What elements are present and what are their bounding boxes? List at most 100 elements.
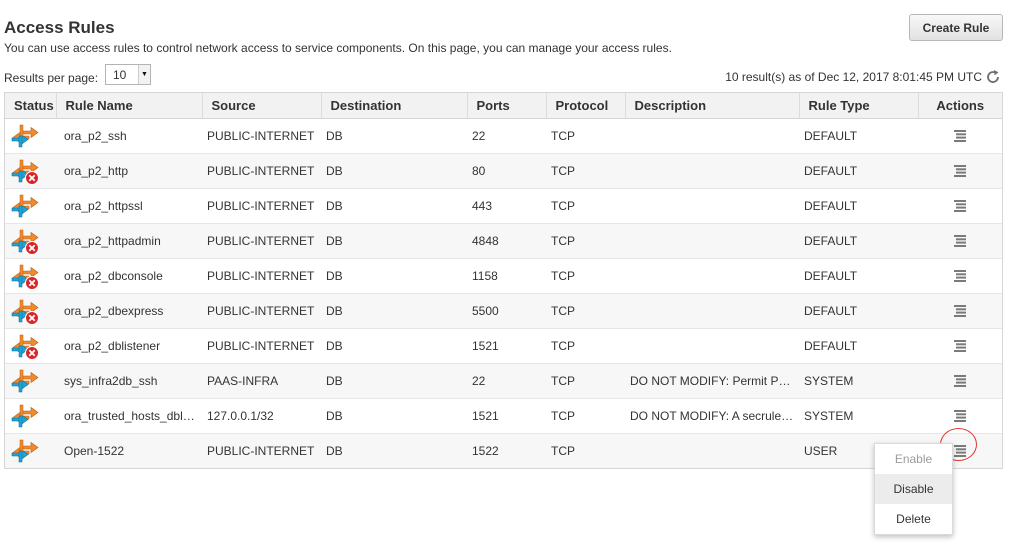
status-cell: [5, 118, 56, 154]
rule-arrows-disabled-icon: [11, 159, 39, 185]
ports-cell: 5500: [467, 293, 546, 329]
column-header-status[interactable]: Status: [5, 93, 57, 119]
destination-cell: DB: [321, 433, 467, 468]
ports-cell: 1522: [467, 433, 546, 468]
page-title: Access Rules: [4, 18, 115, 37]
actions-cell[interactable]: [918, 223, 1002, 259]
table-row[interactable]: ora_p2_http PUBLIC-INTERNET DB 80 TCP DEFAULT: [5, 153, 1002, 189]
actions-menu-icon[interactable]: [953, 164, 967, 178]
destination-cell: DB: [321, 398, 467, 434]
table-row[interactable]: ora_p2_dblistener PUBLIC-INTERNET DB 1521 TC…: [5, 328, 1002, 364]
rule-name-cell: Open-1522: [56, 433, 202, 468]
table-row[interactable]: sys_infra2db_ssh PAAS-INFRA DB 22 TCP DO NOT …: [5, 363, 1002, 399]
results-per-page-label: Results per page:: [4, 71, 99, 85]
table-row[interactable]: ora_p2_httpadmin PUBLIC-INTERNET DB 4848 TCP…: [5, 223, 1002, 259]
rule-type-cell: DEFAULT: [799, 223, 918, 259]
table-row[interactable]: ora_p2_ssh PUBLIC-INTERNET DB 22 TCP DEFAULT: [5, 118, 1002, 154]
source-cell: PUBLIC-INTERNET: [202, 118, 321, 154]
rule-arrows-icon: [11, 124, 39, 148]
actions-menu-icon[interactable]: [953, 234, 967, 248]
rule-arrows-icon: [11, 439, 39, 463]
results-per-page-value: 10: [113, 68, 127, 82]
destination-cell: DB: [321, 363, 467, 399]
column-header-destination[interactable]: Destination: [321, 93, 468, 119]
rule-name-cell: ora_p2_httpadmin: [56, 223, 202, 259]
table-row[interactable]: ora_p2_httpssl PUBLIC-INTERNET DB 443 TCP DEF…: [5, 188, 1002, 224]
rule-type-cell: DEFAULT: [799, 293, 918, 329]
table-row[interactable]: Open-1522 PUBLIC-INTERNET DB 1522 TCP USER: [5, 433, 1002, 468]
actions-cell[interactable]: [918, 118, 1002, 154]
rule-arrows-disabled-icon: [11, 299, 39, 325]
page-description: You can use access rules to control netw…: [4, 41, 672, 55]
ports-cell: 1521: [467, 328, 546, 364]
actions-menu-icon[interactable]: [953, 339, 967, 353]
destination-cell: DB: [321, 293, 467, 329]
status-cell: [5, 433, 56, 468]
column-header-description[interactable]: Description: [625, 93, 800, 119]
column-header-source[interactable]: Source: [202, 93, 322, 119]
actions-menu-icon[interactable]: [953, 304, 967, 318]
rule-arrows-icon: [11, 369, 39, 393]
actions-menu-icon[interactable]: [953, 129, 967, 143]
results-per-page-select[interactable]: 10 ▼: [105, 64, 151, 85]
ports-cell: 4848: [467, 223, 546, 259]
actions-menu-icon[interactable]: [953, 374, 967, 388]
status-cell: [5, 363, 56, 399]
menu-item-disable[interactable]: Disable: [875, 474, 952, 504]
actions-menu-icon[interactable]: [953, 269, 967, 283]
actions-cell[interactable]: [918, 258, 1002, 294]
rule-type-cell: SYSTEM: [799, 363, 918, 399]
source-cell: PUBLIC-INTERNET: [202, 188, 321, 224]
refresh-icon[interactable]: [985, 69, 1001, 85]
description-cell: DO NOT MODIFY: A secrule…: [625, 398, 799, 434]
rule-arrows-disabled-icon: [11, 334, 39, 360]
source-cell: PUBLIC-INTERNET: [202, 328, 321, 364]
rule-name-cell: ora_p2_dbconsole: [56, 258, 202, 294]
table-row[interactable]: ora_trusted_hosts_dbl… 127.0.0.1/32 DB 1521…: [5, 398, 1002, 434]
table-row[interactable]: ora_p2_dbexpress PUBLIC-INTERNET DB 5500 TCP…: [5, 293, 1002, 329]
create-rule-button[interactable]: Create Rule: [909, 14, 1003, 41]
column-header-rule-name[interactable]: Rule Name: [56, 93, 203, 119]
rule-name-cell: ora_p2_ssh: [56, 118, 202, 154]
status-cell: [5, 153, 56, 189]
protocol-cell: TCP: [546, 363, 625, 399]
destination-cell: DB: [321, 258, 467, 294]
actions-menu-icon[interactable]: [953, 199, 967, 213]
ports-cell: 1521: [467, 398, 546, 434]
ports-cell: 443: [467, 188, 546, 224]
rule-type-cell: DEFAULT: [799, 258, 918, 294]
actions-cell[interactable]: [918, 363, 1002, 399]
protocol-cell: TCP: [546, 153, 625, 189]
column-header-rule-type[interactable]: Rule Type: [799, 93, 919, 119]
destination-cell: DB: [321, 328, 467, 364]
column-header-protocol[interactable]: Protocol: [546, 93, 626, 119]
protocol-cell: TCP: [546, 328, 625, 364]
description-cell: [625, 118, 799, 154]
ports-cell: 22: [467, 363, 546, 399]
actions-cell[interactable]: [918, 328, 1002, 364]
description-cell: [625, 223, 799, 259]
status-cell: [5, 293, 56, 329]
description-cell: [625, 258, 799, 294]
protocol-cell: TCP: [546, 188, 625, 224]
protocol-cell: TCP: [546, 258, 625, 294]
table-header-row: Status Rule Name Source Destination Port…: [5, 93, 1002, 119]
rule-arrows-icon: [11, 194, 39, 218]
source-cell: PUBLIC-INTERNET: [202, 433, 321, 468]
rule-type-cell: SYSTEM: [799, 398, 918, 434]
actions-menu-icon[interactable]: [953, 409, 967, 423]
column-header-ports[interactable]: Ports: [467, 93, 547, 119]
table-row[interactable]: ora_p2_dbconsole PUBLIC-INTERNET DB 1158 TCP…: [5, 258, 1002, 294]
protocol-cell: TCP: [546, 433, 625, 468]
description-cell: [625, 328, 799, 364]
description-cell: [625, 153, 799, 189]
actions-cell[interactable]: [918, 188, 1002, 224]
actions-cell[interactable]: [918, 293, 1002, 329]
rule-type-cell: DEFAULT: [799, 328, 918, 364]
actions-cell[interactable]: [918, 153, 1002, 189]
status-cell: [5, 223, 56, 259]
menu-item-delete[interactable]: Delete: [875, 504, 952, 534]
rule-name-cell: ora_p2_http: [56, 153, 202, 189]
rule-type-cell: DEFAULT: [799, 188, 918, 224]
results-info: 10 result(s) as of Dec 12, 2017 8:01:45 …: [725, 70, 982, 84]
